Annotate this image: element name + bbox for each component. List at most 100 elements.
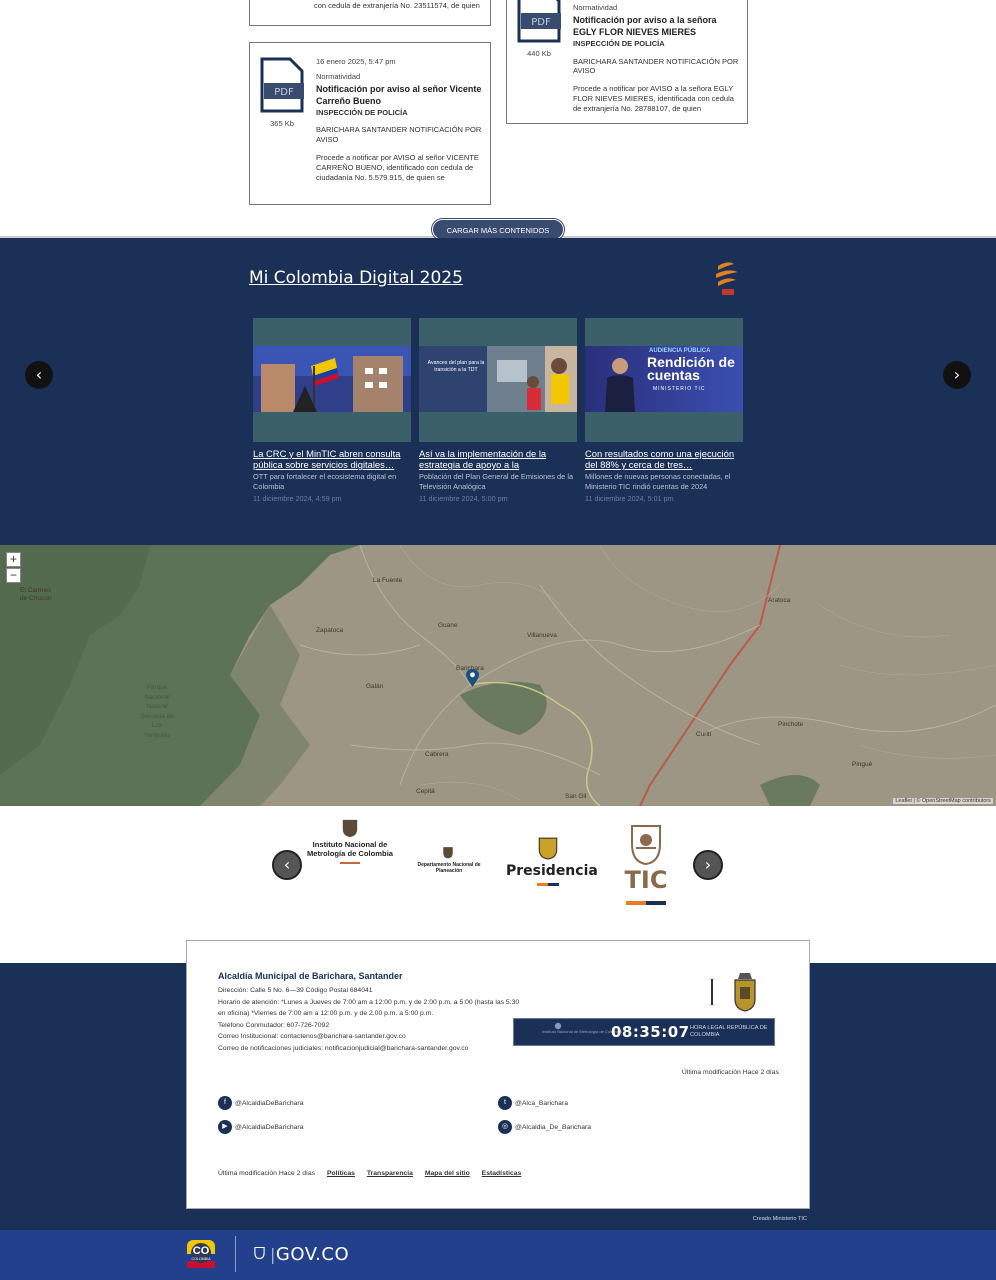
partner-logo-inm[interactable]: Instituto Nacional de Metrología de Colo… bbox=[302, 818, 398, 868]
map-label: La Fuente bbox=[373, 577, 403, 584]
map-label: Zapatoca bbox=[316, 627, 344, 634]
map-zoom-in-button[interactable]: + bbox=[6, 552, 21, 567]
news-item[interactable]: La CRC y el MinTIC abren consulta públic… bbox=[253, 318, 411, 503]
office-hours: Horario de atención: *Lunes a Jueves de … bbox=[218, 998, 520, 1018]
document-subtitle: INSPECCIÓN DE POLICÍA bbox=[573, 38, 665, 48]
map-label: Pinchote bbox=[778, 721, 804, 728]
news-description: Millones de nuevas personas conectadas, … bbox=[585, 472, 731, 491]
partner-name: Departamento Nacional de Planeación bbox=[417, 862, 481, 874]
document-title[interactable]: Notificación por aviso a la señora EGLY … bbox=[573, 15, 739, 39]
news-image-frame bbox=[253, 318, 411, 442]
document-card[interactable]: PDF 440 Kb Normatividad Notificación por… bbox=[506, 0, 748, 124]
partner-underline bbox=[340, 862, 360, 864]
map-label: El Carmen de Chucurí bbox=[20, 587, 52, 602]
footer-links: Última modificación Hace 2 días Política… bbox=[218, 1170, 521, 1177]
news-image-sub: MINISTERIO TIC bbox=[653, 386, 706, 392]
news-image: Avances del plan para la transición a la… bbox=[419, 346, 577, 412]
news-image-caption: Avances del plan para la transición a la… bbox=[427, 360, 485, 373]
document-title[interactable]: Notificación por aviso al señor Vicente … bbox=[316, 84, 482, 108]
social-link-youtube[interactable]: ▶ @AlcaldiaDeBarichara bbox=[218, 1120, 303, 1134]
partner-name: Instituto Nacional de Metrología de Colo… bbox=[306, 840, 394, 858]
social-link-twitter[interactable]: t @Alca_Barichara bbox=[498, 1096, 568, 1110]
document-date: 16 enero 2025, 5:47 pm bbox=[316, 57, 396, 66]
news-title[interactable]: La CRC y el MinTIC abren consulta públic… bbox=[253, 448, 411, 471]
document-card[interactable]: con cedula de extranjería No. 23511574, … bbox=[249, 0, 491, 26]
institutional-email[interactable]: Correo Institucional: contactenos@barich… bbox=[218, 1031, 524, 1043]
address: Dirección: Calle 5 No. 6—39 Código Posta… bbox=[218, 987, 373, 994]
page-root: con cedula de extranjería No. 23511574, … bbox=[0, 0, 996, 1280]
escudo-icon bbox=[342, 819, 358, 837]
link-mapa-del-sitio[interactable]: Mapa del sitio bbox=[425, 1170, 470, 1177]
news-description: OTT para fortalecer el ecosistema digita… bbox=[253, 472, 397, 491]
gov-co-logo[interactable]: |GOV.CO bbox=[270, 1244, 349, 1265]
map-zoom-out-button[interactable]: − bbox=[6, 568, 21, 583]
map-label: Villanueva bbox=[527, 632, 557, 639]
escudo-icon bbox=[538, 837, 558, 860]
partner-underline bbox=[537, 883, 559, 886]
clock-inm-label: Instituto Nacional de Metrología de Colo… bbox=[542, 1029, 622, 1034]
link-estadisticas[interactable]: Estadísticas bbox=[482, 1170, 522, 1177]
gov-co-text: GOV.CO bbox=[275, 1244, 350, 1265]
gov-separator bbox=[235, 1236, 236, 1272]
youtube-icon: ▶ bbox=[218, 1120, 232, 1134]
carousel-prev-button[interactable]: ‹ bbox=[25, 361, 53, 389]
map-label: Parque Nacional Natural Serranía de Los … bbox=[140, 684, 174, 739]
contact-info: Dirección: Calle 5 No. 6—39 Código Posta… bbox=[218, 985, 524, 1055]
news-item[interactable]: Avances del plan para la transición a la… bbox=[419, 318, 577, 503]
news-title[interactable]: Con resultados como una ejecución del 88… bbox=[585, 448, 743, 471]
social-handle: @Alca_Barichara bbox=[515, 1099, 568, 1107]
judicial-email[interactable]: Correo de notificaciones judiciales: not… bbox=[218, 1043, 524, 1055]
news-image-photo bbox=[487, 346, 577, 412]
map-label: Curití bbox=[696, 731, 712, 738]
escudo-icon bbox=[254, 1246, 265, 1260]
document-region: BARICHARA SANTANDER NOTIFICACIÓN POR AVI… bbox=[316, 125, 482, 145]
chevron-left-icon: ‹ bbox=[283, 855, 291, 874]
document-subtitle: INSPECCIÓN DE POLICÍA bbox=[316, 107, 408, 117]
chevron-left-icon: ‹ bbox=[35, 365, 43, 384]
partners-prev-button[interactable]: ‹ bbox=[272, 850, 302, 880]
map-tiles bbox=[0, 545, 996, 806]
co-colombia-logo[interactable]: CO COLOMBIA bbox=[187, 1240, 215, 1268]
link-politicas[interactable]: Políticas bbox=[327, 1170, 355, 1177]
institution-name: Alcaldía Municipal de Barichara, Santand… bbox=[218, 971, 403, 981]
document-description: con cedula de extranjería No. 23511574, … bbox=[314, 1, 480, 10]
news-title[interactable]: Así va la implementación de la estrategi… bbox=[419, 448, 577, 471]
load-more-button[interactable]: CARGAR MÁS CONTENIDOS bbox=[432, 219, 564, 240]
social-link-facebook[interactable]: f @AlcaldiaDeBarichara bbox=[218, 1096, 303, 1110]
gov-co-bar: CO COLOMBIA |GOV.CO bbox=[0, 1230, 996, 1280]
social-handle: @AlcaldiaDeBarichara bbox=[235, 1099, 304, 1107]
map-marker-icon[interactable] bbox=[466, 669, 479, 688]
news-item[interactable]: AUDIENCIA PÚBLICA Rendición de cuentas M… bbox=[585, 318, 743, 503]
news-image bbox=[253, 346, 411, 412]
partners-next-button[interactable]: › bbox=[693, 850, 723, 880]
link-transparencia[interactable]: Transparencia bbox=[367, 1170, 413, 1177]
news-image: AUDIENCIA PÚBLICA Rendición de cuentas M… bbox=[585, 346, 743, 412]
chevron-right-icon: › bbox=[953, 365, 961, 384]
carousel-next-button[interactable]: › bbox=[943, 361, 971, 389]
document-card[interactable]: PDF 365 Kb 16 enero 2025, 5:47 pm Normat… bbox=[249, 42, 491, 205]
location-map[interactable]: + − El Carmen de Chucurí La Fuente Galán… bbox=[0, 545, 996, 806]
file-size: 440 Kb bbox=[527, 49, 551, 58]
last-modified: Última modificación Hace 2 días bbox=[681, 1069, 779, 1076]
phone: Teléfono Conmutador: 607-726-7092 bbox=[218, 1021, 330, 1029]
created-by-label: Creado Ministerio TIC bbox=[752, 1216, 807, 1222]
co-logo-text: CO bbox=[192, 1245, 210, 1257]
social-link-instagram[interactable]: ◎ @Alcaldia_De_Barichara bbox=[498, 1120, 591, 1134]
news-description: Población del Plan General de Emisiones … bbox=[419, 472, 574, 491]
file-size: 365 Kb bbox=[270, 119, 294, 128]
partner-logos-carousel: ‹ › Instituto Nacional de Metrología de … bbox=[0, 806, 996, 936]
map-label: San Gil bbox=[565, 793, 587, 800]
document-description: Procede a notificar por AVISO al señor V… bbox=[316, 153, 479, 182]
map-attribution[interactable]: Leaflet | © OpenStreetMap contributors bbox=[893, 798, 993, 804]
map-label: Cabrera bbox=[425, 751, 449, 758]
map-label: Guane bbox=[438, 622, 458, 629]
partner-logo-tic[interactable]: TIC bbox=[620, 822, 672, 910]
document-description: Procede a notificar por AVISO a la señor… bbox=[573, 84, 734, 114]
section-title[interactable]: Mi Colombia Digital 2025 bbox=[249, 268, 463, 288]
document-category: Normatividad bbox=[316, 71, 361, 81]
partner-logo-presidencia[interactable]: Presidencia bbox=[506, 836, 598, 890]
news-image-headline: Rendición de cuentas bbox=[647, 354, 735, 383]
partner-logo-dnp[interactable]: Departamento Nacional de Planeación bbox=[414, 846, 484, 882]
chevron-right-icon: › bbox=[704, 855, 712, 874]
map-label: Galán bbox=[366, 683, 384, 690]
